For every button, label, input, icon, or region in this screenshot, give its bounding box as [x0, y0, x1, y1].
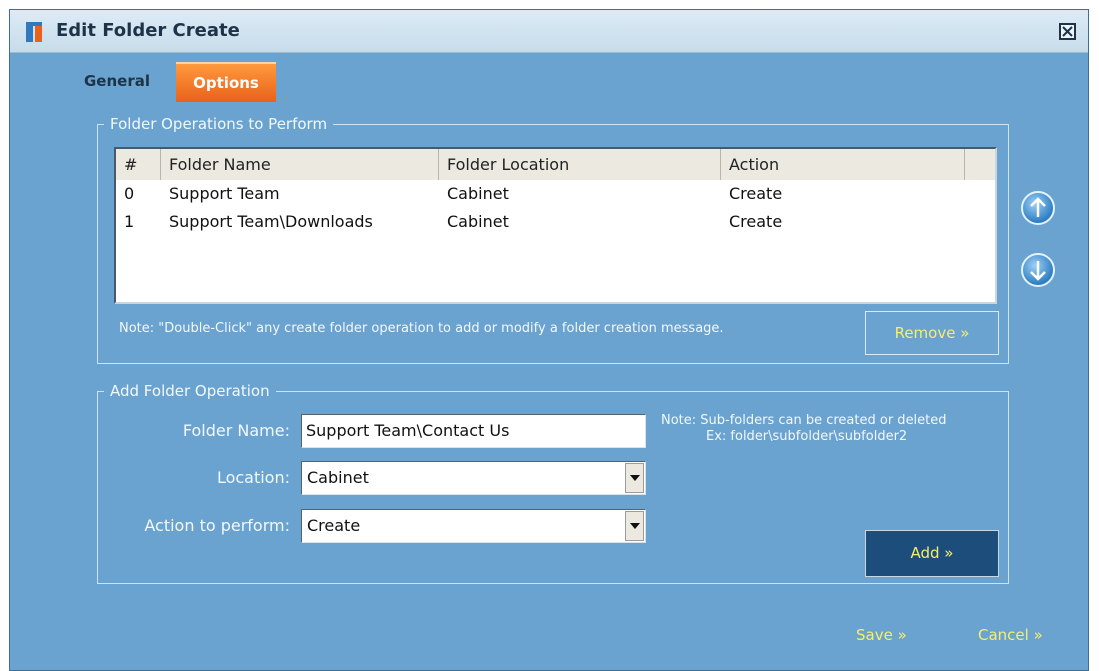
folder-operations-legend: Folder Operations to Perform: [104, 114, 334, 134]
app-logo-icon: [26, 22, 42, 42]
table-row-1-action[interactable]: Create: [729, 208, 782, 236]
action-select[interactable]: Create: [301, 509, 646, 543]
column-header-folder-name[interactable]: Folder Name: [161, 149, 439, 180]
arrow-down-icon: [1030, 261, 1046, 281]
window-title: Edit Folder Create: [56, 20, 240, 41]
table-row-1-name[interactable]: Support Team\Downloads: [169, 208, 373, 236]
arrow-up-icon: [1030, 197, 1046, 217]
subfolder-note-line1: Note: Sub-folders can be created or dele…: [661, 413, 947, 428]
title-bar: Edit Folder Create: [10, 10, 1088, 53]
move-up-button[interactable]: [1021, 191, 1055, 225]
close-button[interactable]: [1059, 23, 1076, 40]
table-row-1-location[interactable]: Cabinet: [447, 208, 509, 236]
remove-button[interactable]: Remove »: [865, 311, 999, 355]
action-label: Action to perform:: [144, 516, 290, 535]
column-header-action[interactable]: Action: [721, 149, 965, 180]
double-click-note: Note: "Double-Click" any create folder o…: [119, 321, 724, 336]
column-header-folder-location[interactable]: Folder Location: [439, 149, 721, 180]
chevron-down-icon: [629, 474, 640, 481]
table-row-0-action[interactable]: Create: [729, 180, 782, 208]
column-header-index[interactable]: #: [116, 149, 161, 180]
location-dropdown-button[interactable]: [625, 463, 644, 493]
location-label: Location:: [216, 468, 290, 487]
subfolder-note-line2: Ex: folder\subfolder\subfolder2: [706, 429, 908, 444]
table-row-0-name[interactable]: Support Team: [169, 180, 280, 208]
action-select-value: Create: [307, 516, 361, 535]
move-down-button[interactable]: [1021, 253, 1055, 287]
folder-name-label: Folder Name:: [182, 421, 290, 440]
save-button[interactable]: Save »: [856, 626, 907, 644]
edit-folder-dialog: Edit Folder Create General Options Folde…: [9, 9, 1089, 671]
operations-table[interactable]: # Folder Name Folder Location Action 0 S…: [114, 147, 997, 304]
chevron-down-icon: [629, 522, 640, 529]
location-select-value: Cabinet: [307, 468, 369, 487]
close-icon: [1062, 26, 1073, 37]
cancel-button[interactable]: Cancel »: [978, 626, 1043, 644]
action-dropdown-button[interactable]: [625, 511, 644, 541]
location-select[interactable]: Cabinet: [301, 461, 646, 495]
add-folder-operation-legend: Add Folder Operation: [104, 381, 276, 401]
add-button[interactable]: Add »: [865, 530, 999, 577]
folder-name-input[interactable]: Support Team\Contact Us: [301, 414, 646, 448]
tab-options[interactable]: Options: [176, 62, 276, 102]
table-row-0-location[interactable]: Cabinet: [447, 180, 509, 208]
table-row-0-index[interactable]: 0: [124, 180, 134, 208]
tab-general[interactable]: General: [72, 62, 162, 100]
table-header: # Folder Name Folder Location Action: [116, 149, 995, 180]
table-row-1-index[interactable]: 1: [124, 208, 134, 236]
